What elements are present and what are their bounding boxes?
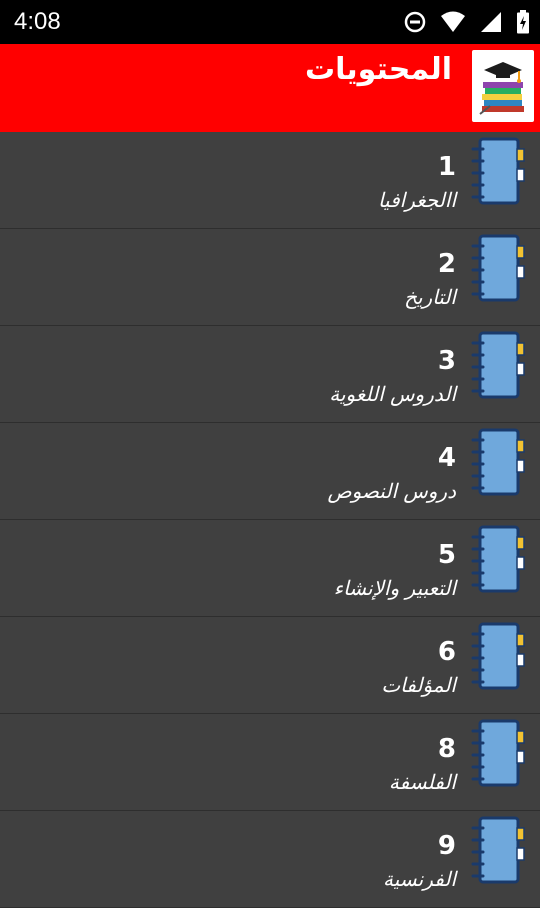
item-title: الفرنسية [383,867,456,891]
app-title: المحتويات [304,52,452,87]
item-number: 8 [437,734,456,764]
list-item[interactable]: 5 التعبير والإنشاء [0,520,540,617]
item-title: التاريخ [404,285,456,309]
notebook-icon [471,137,525,205]
list-item[interactable]: 1 االجغرافيا [0,132,540,229]
notebook-icon [471,331,525,399]
item-number: 3 [437,346,456,376]
item-number: 9 [437,831,456,861]
item-number: 2 [437,249,456,279]
list-item[interactable]: 8 الفلسفة [0,714,540,811]
app-bar: المحتويات [0,44,540,132]
status-bar: 4:08 [0,0,540,44]
notebook-icon [471,719,525,787]
app-logo [472,50,534,122]
item-title: الدروس اللغوية [329,382,456,406]
item-title: االجغرافيا [377,188,456,212]
item-title: التعبير والإنشاء [333,576,456,600]
wifi-icon [441,11,465,32]
item-title: دروس النصوص [327,479,456,503]
contents-list: 1 االجغرافيا 2 التاريخ 3 الدروس اللغوية … [0,132,540,908]
notebook-icon [471,525,525,593]
item-number: 5 [437,540,456,570]
do-not-disturb-icon [404,11,426,33]
item-number: 1 [437,152,456,182]
list-item[interactable]: 2 التاريخ [0,229,540,326]
notebook-icon [471,428,525,496]
list-item[interactable]: 9 الفرنسية [0,811,540,908]
item-title: الفلسفة [388,770,456,794]
list-item[interactable]: 6 المؤلفات [0,617,540,714]
list-item[interactable]: 4 دروس النصوص [0,423,540,520]
list-item[interactable]: 3 الدروس اللغوية [0,326,540,423]
status-time: 4:08 [14,8,61,35]
notebook-icon [471,234,525,302]
signal-icon [481,12,501,32]
item-title: المؤلفات [381,673,456,697]
graduation-books-icon [479,62,524,115]
battery-charging-icon [517,10,529,34]
notebook-icon [471,816,525,884]
item-number: 6 [437,637,456,667]
notebook-icon [471,622,525,690]
item-number: 4 [437,443,456,473]
status-icons [404,8,530,36]
